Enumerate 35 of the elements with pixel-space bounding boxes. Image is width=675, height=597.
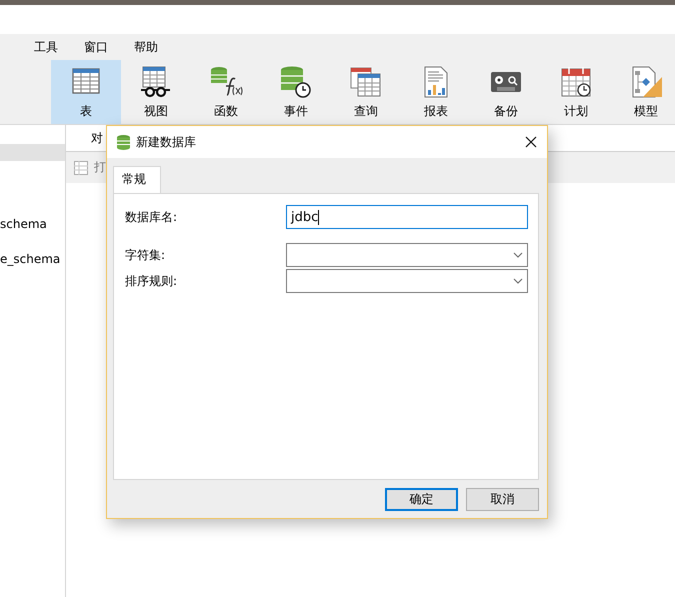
- toolbar-button[interactable]: 视图: [121, 60, 191, 124]
- sidebar-item[interactable]: schema: [0, 217, 65, 252]
- input-field[interactable]: jdbc: [286, 205, 528, 229]
- menu-item[interactable]: 工具: [34, 38, 58, 56]
- dropdown-field[interactable]: [286, 243, 528, 267]
- field-label: 字符集:: [125, 246, 166, 264]
- field-label: 排序规则:: [125, 272, 178, 290]
- chevron-down-icon: [513, 278, 523, 284]
- toolbar-button[interactable]: 查询: [331, 60, 401, 124]
- calendar-icon: [559, 65, 593, 99]
- toolbar-button[interactable]: 备份: [471, 60, 541, 124]
- database-icon: [117, 134, 130, 150]
- dialog-title: 新建数据库: [136, 134, 197, 150]
- database-clock-icon: [279, 65, 313, 99]
- objects-tab[interactable]: 对: [91, 130, 103, 146]
- toolbar-button[interactable]: 事件: [261, 60, 331, 124]
- close-button[interactable]: [523, 134, 539, 150]
- tables-icon: [349, 65, 383, 99]
- glasses-table-icon: [139, 65, 173, 99]
- toolbar-button[interactable]: 报表: [401, 60, 471, 124]
- field-label: 数据库名:: [125, 208, 178, 226]
- chevron-down-icon: [513, 252, 523, 258]
- dialog-tab[interactable]: 常规: [113, 166, 161, 193]
- toolbar-button[interactable]: 函数: [191, 60, 261, 124]
- menu-item[interactable]: 帮助: [134, 38, 158, 56]
- menu-item[interactable]: 窗口: [84, 38, 108, 56]
- dialog-button[interactable]: 确定: [385, 488, 458, 511]
- table-icon: [74, 160, 88, 174]
- dialog-button[interactable]: 取消: [466, 488, 539, 511]
- dropdown-field[interactable]: [286, 269, 528, 293]
- toolbar-label[interactable]: 打: [94, 159, 106, 176]
- toolbar-button[interactable]: 模型: [611, 60, 675, 124]
- toolbar-button[interactable]: 计划: [541, 60, 611, 124]
- sidebar-item[interactable]: e_schema: [0, 252, 65, 287]
- toolbar-button[interactable]: 表: [51, 60, 121, 124]
